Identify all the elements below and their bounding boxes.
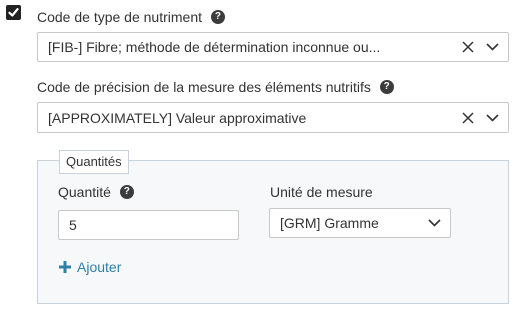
chevron-down-icon[interactable]	[482, 37, 502, 57]
quantities-legend: Quantités	[59, 150, 129, 174]
nutrient-type-label: Code de type de nutriment	[37, 9, 202, 25]
quantity-input[interactable]: 5	[58, 210, 239, 240]
precision-select[interactable]: [APPROXIMATELY] Valeur approximative	[37, 102, 509, 133]
nutrient-type-label-row: Code de type de nutriment ?	[37, 9, 225, 25]
unit-select[interactable]: [GRM] Gramme	[269, 208, 451, 238]
chevron-down-icon[interactable]	[482, 108, 502, 128]
add-quantity-button[interactable]: Ajouter	[58, 259, 121, 275]
include-checkbox[interactable]	[6, 5, 21, 20]
quantity-label: Quantité	[58, 184, 111, 200]
precision-value: [APPROXIMATELY] Valeur approximative	[48, 109, 307, 126]
close-icon[interactable]	[458, 37, 478, 57]
check-icon	[8, 8, 19, 17]
unit-label: Unité de mesure	[270, 184, 373, 200]
help-icon[interactable]: ?	[119, 184, 134, 199]
precision-label-row: Code de précision de la mesure des éléme…	[37, 79, 394, 95]
plus-icon	[59, 261, 71, 273]
add-label: Ajouter	[77, 259, 122, 275]
quantity-label-row: Quantité ?	[58, 184, 134, 200]
close-icon[interactable]	[458, 108, 478, 128]
precision-label: Code de précision de la mesure des éléme…	[37, 79, 371, 95]
nutrient-type-select[interactable]: [FIB-] Fibre; méthode de détermination i…	[37, 32, 509, 62]
chevron-down-icon	[424, 213, 444, 233]
help-icon[interactable]: ?	[210, 9, 225, 24]
unit-value: [GRM] Gramme	[280, 215, 379, 231]
nutrient-type-value: [FIB-] Fibre; méthode de détermination i…	[48, 39, 381, 55]
help-icon[interactable]: ?	[379, 79, 394, 94]
